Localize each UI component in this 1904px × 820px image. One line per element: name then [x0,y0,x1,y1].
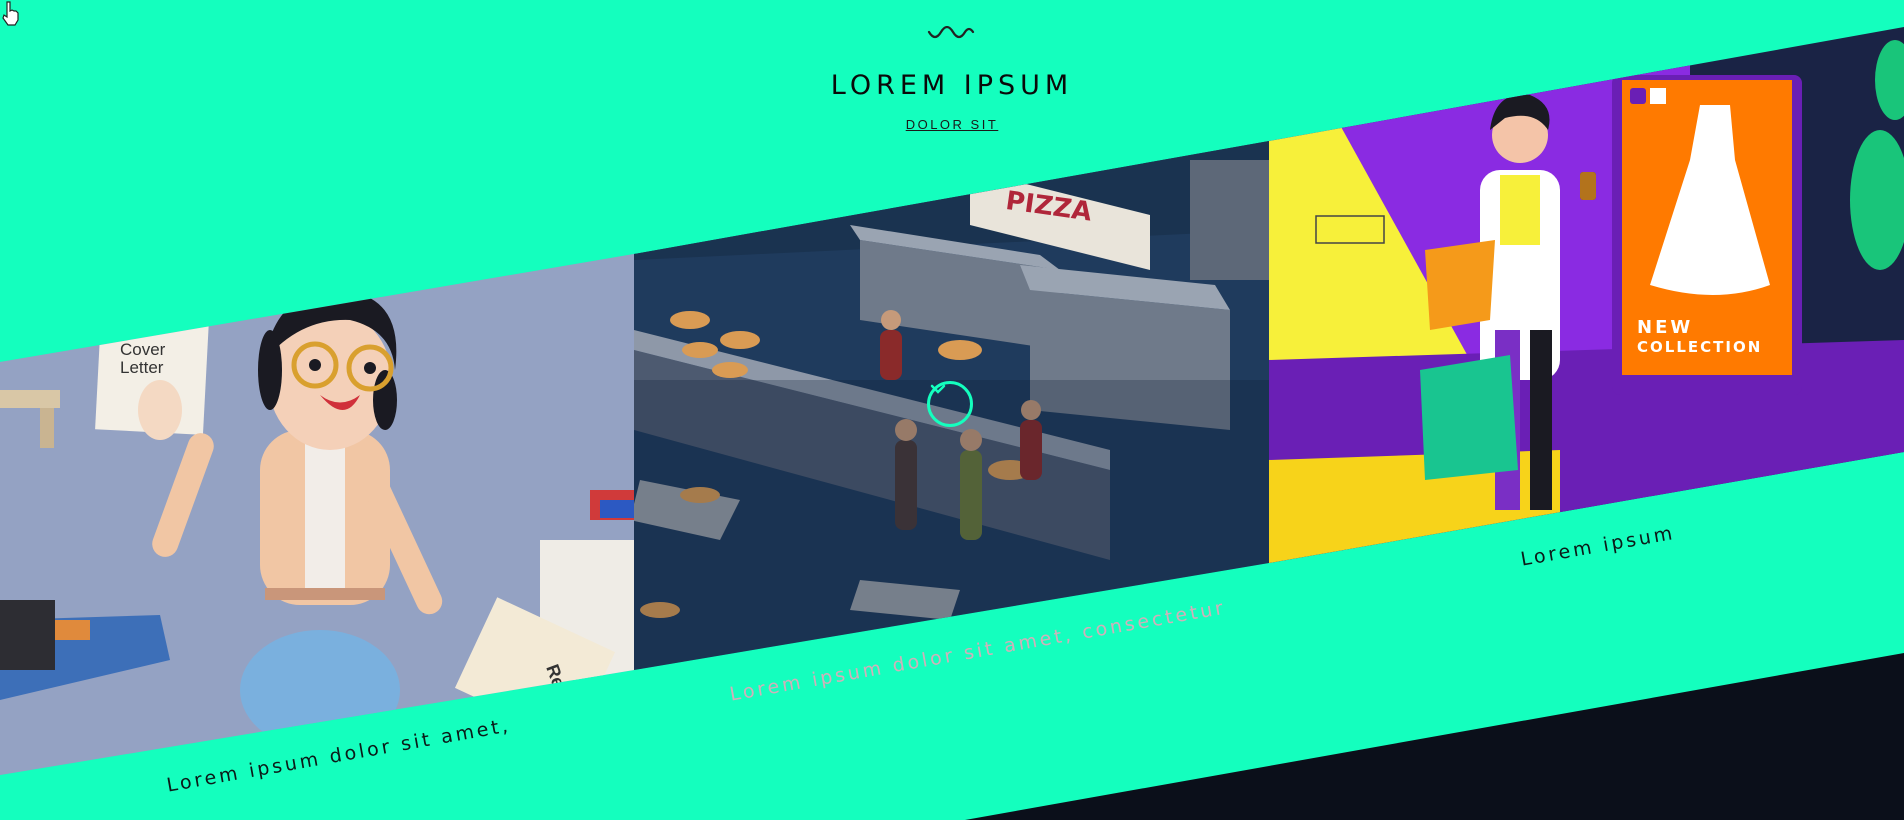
poster-collection-text: COLLECTION [1637,338,1762,356]
wave-icon [927,26,975,39]
subtitle-link[interactable]: DOLOR SIT [0,117,1904,132]
poster-new-text: NEW [1637,317,1693,338]
page-title: LOREM IPSUM [830,70,1074,101]
hero-section: Cover Letter Res Lorem ipsum dolor sit a… [0,0,1904,820]
